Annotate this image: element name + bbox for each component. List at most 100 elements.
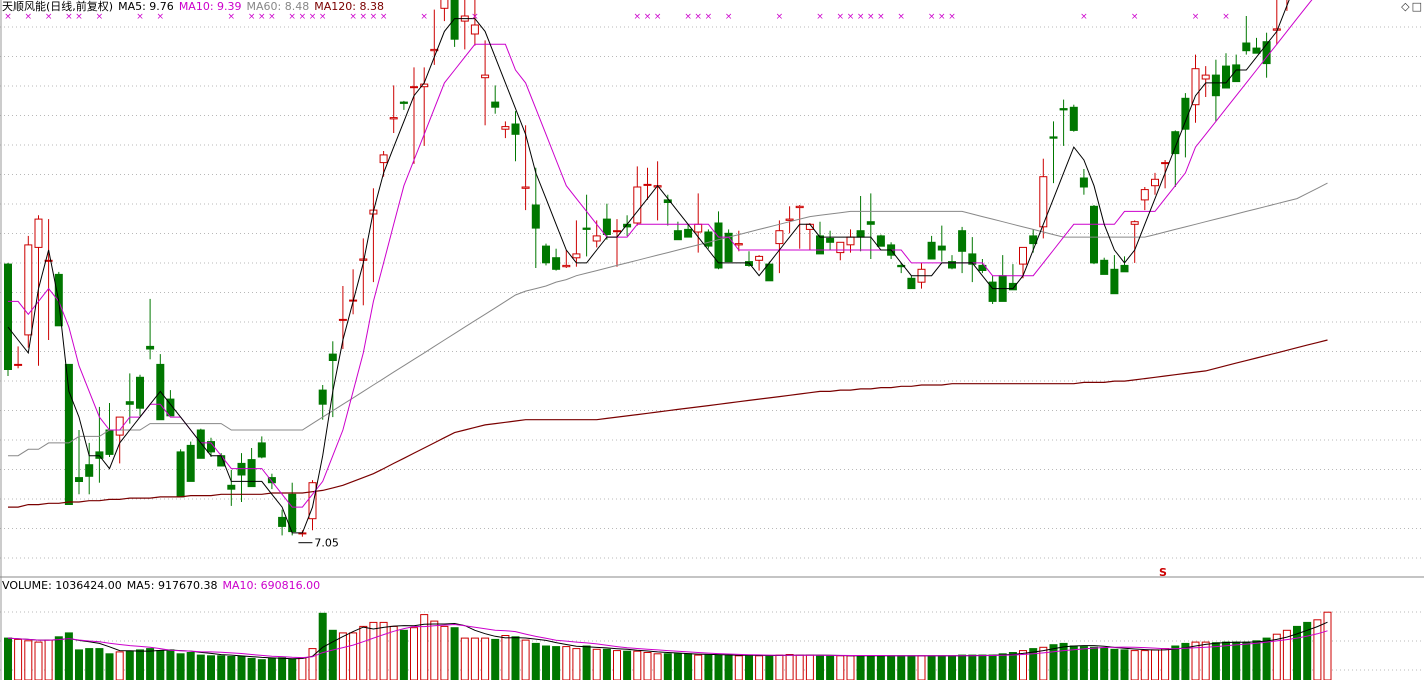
volume-bar	[389, 625, 398, 680]
candle-body	[1110, 268, 1119, 295]
candle-body	[410, 86, 418, 89]
square-icon[interactable]: □	[1412, 0, 1422, 13]
volume-bar	[318, 612, 327, 680]
volume-bar	[115, 651, 124, 680]
candle-body	[734, 243, 743, 246]
candle-body	[937, 245, 946, 251]
volume-bar	[399, 629, 408, 680]
candle-body	[146, 345, 155, 350]
signal-marker: ×	[1222, 12, 1230, 22]
candle-body	[359, 258, 368, 261]
candle-body	[542, 245, 550, 264]
candle-body	[1222, 65, 1230, 89]
volume-bar	[125, 650, 134, 680]
candle-body	[1090, 205, 1098, 264]
sell-signal: S	[1159, 566, 1167, 579]
volume-bar	[623, 650, 632, 680]
signal-marker: ×	[319, 12, 327, 22]
volume-bar	[176, 653, 185, 680]
volume-bar	[1079, 646, 1088, 680]
volume-bar	[481, 637, 490, 680]
volume-bar	[927, 655, 936, 680]
volume-bar	[64, 632, 73, 680]
candle-body	[907, 277, 916, 290]
volume-bar	[775, 654, 784, 680]
candle-body	[531, 204, 540, 229]
signal-marker: ×	[248, 12, 256, 22]
candle-body	[856, 230, 865, 238]
volume-bar	[288, 658, 297, 680]
candle-body	[247, 459, 256, 488]
candle-body	[227, 484, 236, 490]
ma120-legend: MA120: 8.38	[314, 0, 384, 13]
candle-body	[125, 401, 134, 405]
signal-marker: ×	[420, 12, 428, 22]
signal-marker: ×	[684, 12, 692, 22]
candle-body	[24, 244, 33, 336]
volume-bar	[75, 649, 83, 680]
volume-bar	[531, 642, 540, 680]
candle-body	[846, 236, 855, 246]
volume-bar	[805, 654, 814, 680]
signal-marker: ×	[65, 12, 73, 22]
candle-body	[816, 235, 824, 255]
volume-bar	[1059, 642, 1068, 680]
candle-body	[34, 218, 43, 248]
candle-body	[136, 376, 144, 409]
candle-body	[105, 429, 114, 455]
volume-bar	[765, 655, 774, 680]
candle-body	[1191, 68, 1200, 106]
signal-marker: ×	[370, 12, 378, 22]
volume-bar	[460, 637, 469, 680]
signal-marker: ×	[299, 12, 307, 22]
volume-bar	[440, 625, 449, 680]
volume-bar	[1171, 645, 1180, 680]
candle-body	[673, 230, 682, 241]
signal-marker: ×	[816, 12, 824, 22]
volume-bar	[470, 637, 479, 680]
signal-marker: ×	[45, 12, 53, 22]
candle-body	[481, 74, 490, 79]
volume-bar	[1252, 640, 1261, 680]
signal-marker: ×	[928, 12, 936, 22]
signal-marker: ×	[288, 12, 296, 22]
signal-marker: ×	[75, 12, 83, 22]
signal-marker: ×	[694, 12, 702, 22]
volume-bar	[379, 621, 388, 680]
candle-body	[75, 477, 83, 483]
candle-body	[1120, 264, 1129, 273]
candle-body	[1272, 28, 1281, 31]
volume-bar	[308, 648, 317, 680]
signal-marker: ×	[96, 12, 104, 22]
candle-body	[328, 353, 337, 362]
candle-body	[338, 318, 347, 321]
candle-body	[64, 363, 73, 505]
volume-bar	[237, 656, 246, 680]
volume-bar	[136, 649, 144, 680]
volume-bar	[907, 655, 916, 680]
volume-bar	[836, 655, 845, 680]
candle-body	[775, 230, 784, 245]
candle-body	[1252, 47, 1261, 54]
signal-marker: ×	[380, 12, 388, 22]
volume-bar	[1211, 642, 1220, 680]
volume-bar	[24, 640, 33, 680]
candlestick-chart[interactable]: × × × × × × × × × × × × × × × × × × × × × × × × × × × × × × × × × × × × × × × ×…	[0, 0, 1424, 680]
candle-body	[470, 24, 479, 35]
volume-bar	[856, 655, 865, 680]
candle-body	[1019, 246, 1027, 265]
volume-bar	[410, 627, 418, 680]
candle-body	[714, 222, 723, 269]
candle-body	[826, 237, 835, 243]
signal-marker: ×	[268, 12, 276, 22]
candle-body	[958, 230, 967, 252]
candle-body	[511, 123, 520, 135]
volume-bar	[684, 653, 693, 680]
volume-bar	[602, 648, 611, 680]
volume-bar	[572, 648, 581, 680]
volume-bar	[227, 656, 236, 680]
diamond-icon[interactable]: ◇	[1401, 0, 1409, 13]
candle-body	[491, 101, 500, 108]
volume-value: VOLUME: 1036424.00	[2, 579, 122, 592]
candle-body	[684, 228, 693, 238]
